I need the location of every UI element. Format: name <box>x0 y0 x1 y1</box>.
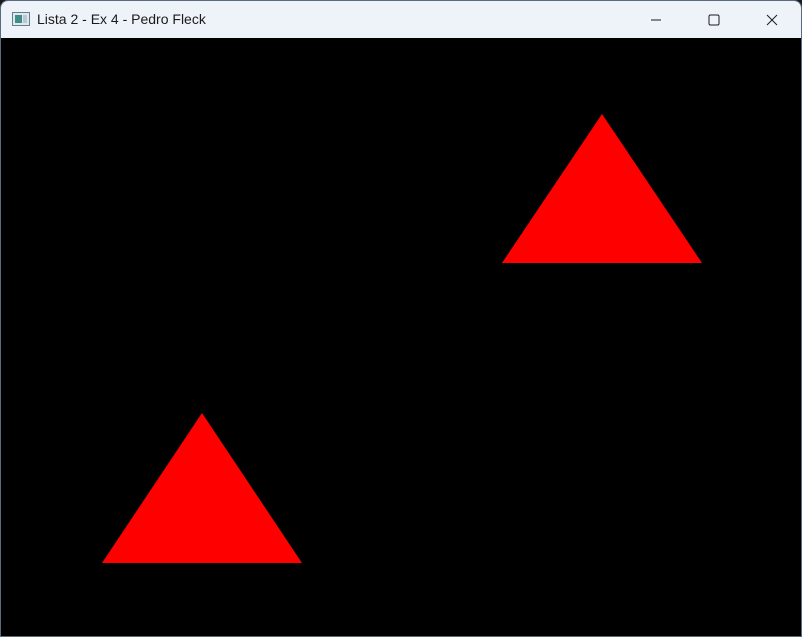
canvas-drawing <box>102 114 702 563</box>
maximize-icon <box>708 14 720 25</box>
red-triangle-bottom-left <box>102 413 302 563</box>
maximize-button[interactable] <box>685 1 743 38</box>
opengl-canvas[interactable] <box>1 38 801 636</box>
title-bar[interactable]: Lista 2 - Ex 4 - Pedro Fleck <box>1 1 801 38</box>
app-window: Lista 2 - Ex 4 - Pedro Fleck <box>0 0 802 637</box>
app-icon-pane-secondary <box>23 15 27 23</box>
app-icon-pane <box>15 15 22 23</box>
red-triangle-top-right <box>502 114 702 263</box>
close-icon <box>766 14 778 25</box>
window-title: Lista 2 - Ex 4 - Pedro Fleck <box>37 11 206 27</box>
minimize-button[interactable] <box>627 1 685 38</box>
close-button[interactable] <box>743 1 801 38</box>
app-window-icon[interactable] <box>12 12 30 26</box>
minimize-icon <box>651 19 661 20</box>
